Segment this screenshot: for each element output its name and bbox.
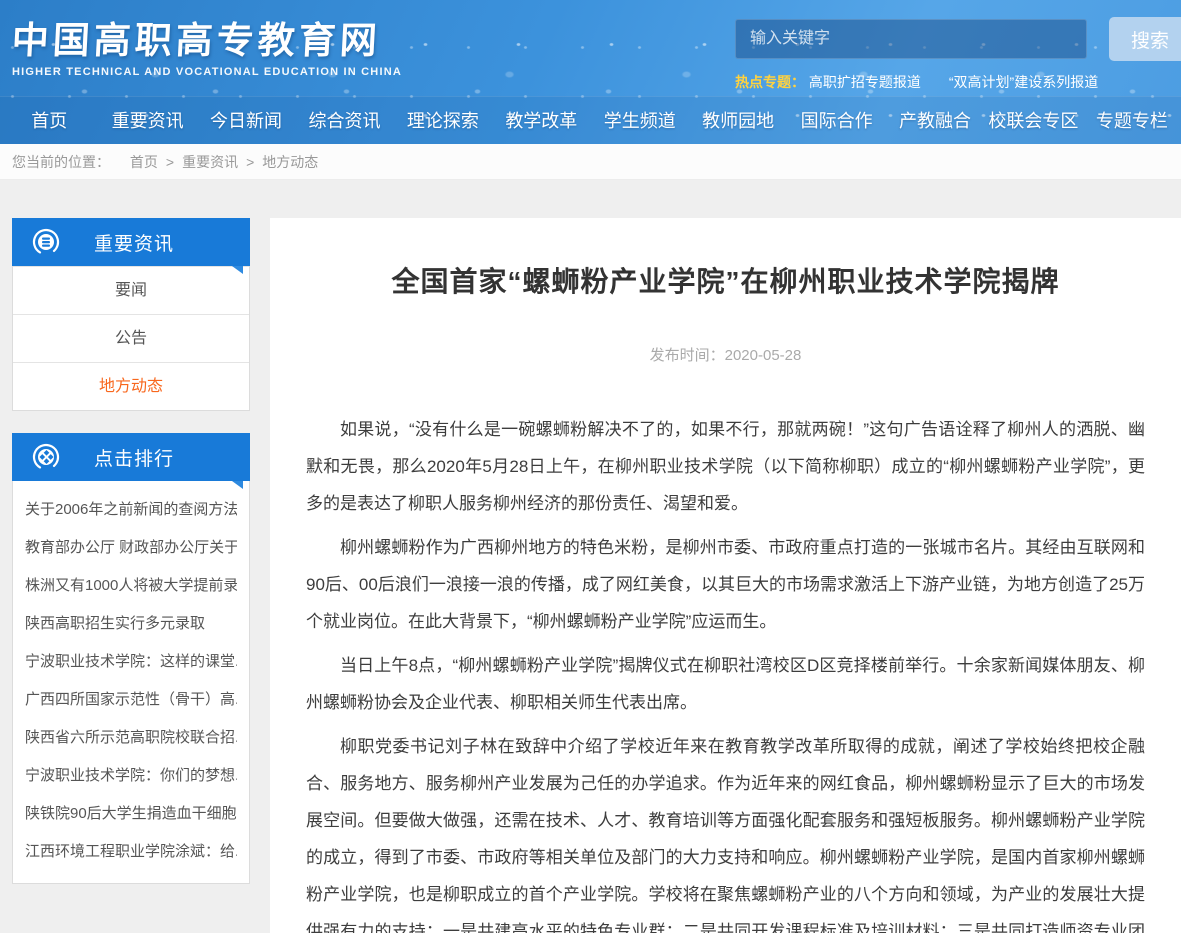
ranking-item[interactable]: 陕铁院90后大学生捐造血干细胞... xyxy=(25,795,237,833)
circled-list-icon xyxy=(32,228,60,256)
site-header: 中国高职高专教育网 HIGHER TECHNICAL AND VOCATIONA… xyxy=(0,0,1181,144)
breadcrumb-link[interactable]: 地方动态 xyxy=(262,154,318,170)
nav-item[interactable]: 理论探索 xyxy=(394,97,492,144)
breadcrumb-separator: > xyxy=(166,154,174,170)
breadcrumb-label: 您当前的位置： xyxy=(12,154,110,170)
nav-item[interactable]: 教师园地 xyxy=(689,97,787,144)
news-menu-item[interactable]: 公告 xyxy=(13,314,249,362)
ranking-item[interactable]: 陕西省六所示范高职院校联合招... xyxy=(25,719,237,757)
nav-item[interactable]: 首页 xyxy=(0,97,98,144)
ranking-item[interactable]: 广西四所国家示范性（骨干）高... xyxy=(25,681,237,719)
header-top: 中国高职高专教育网 HIGHER TECHNICAL AND VOCATIONA… xyxy=(0,0,1181,96)
site-logo-title: 中国高职高专教育网 xyxy=(11,10,404,64)
search-area: 搜索 热点专题： 高职扩招专题报道 “双高计划”建设系列报道 xyxy=(711,0,1181,96)
breadcrumb: 您当前的位置： 首页 > 重要资讯 > 地方动态 xyxy=(0,144,1181,180)
nav-item[interactable]: 学生频道 xyxy=(591,97,689,144)
nav-item[interactable]: 重要资讯 xyxy=(98,97,196,144)
main-nav: 首页重要资讯今日新闻综合资讯理论探索教学改革学生频道教师园地国际合作产教融合校联… xyxy=(0,96,1181,144)
article-panel: 全国首家“螺蛳粉产业学院”在柳州职业技术学院揭牌 发布时间：2020-05-28… xyxy=(270,218,1181,933)
news-menu-list: 要闻公告地方动态 xyxy=(13,266,249,410)
hot-topics-links: 高职扩招专题报道 “双高计划”建设系列报道 xyxy=(809,74,1126,90)
hot-topic-link[interactable]: 高职扩招专题报道 xyxy=(809,74,921,90)
sidebar: 重要资讯 要闻公告地方动态 点击排行 关于2006年之前新闻 xyxy=(12,218,250,906)
search-button[interactable]: 搜索 xyxy=(1109,17,1181,61)
article-title: 全国首家“螺蛳粉产业学院”在柳州职业技术学院揭牌 xyxy=(306,260,1145,300)
ranking-item[interactable]: 江西环境工程职业学院涂斌：给... xyxy=(25,833,237,871)
article-paragraph: 当日上午8点，“柳州螺蛳粉产业学院”揭牌仪式在柳职社湾校区D区竞择楼前举行。十余… xyxy=(306,647,1145,721)
ranking-item[interactable]: 宁波职业技术学院：这样的课堂... xyxy=(25,643,237,681)
nav-item[interactable]: 今日新闻 xyxy=(197,97,295,144)
nav-item[interactable]: 产教融合 xyxy=(886,97,984,144)
page-body: 重要资讯 要闻公告地方动态 点击排行 关于2006年之前新闻 xyxy=(0,180,1181,933)
nav-item[interactable]: 综合资讯 xyxy=(295,97,393,144)
hot-topics: 热点专题： 高职扩招专题报道 “双高计划”建设系列报道 xyxy=(735,72,1126,92)
nav-item[interactable]: 教学改革 xyxy=(492,97,590,144)
news-menu-header: 重要资讯 xyxy=(12,218,250,266)
breadcrumb-crumb: > 重要资讯 xyxy=(158,154,238,170)
ranking-item[interactable]: 陕西高职招生实行多元录取 xyxy=(25,605,237,643)
news-menu-item[interactable]: 要闻 xyxy=(13,266,249,314)
ranking-box: 点击排行 关于2006年之前新闻的查阅方法教育部办公厅 财政部办公厅关于...株… xyxy=(12,433,250,884)
ranking-title: 点击排行 xyxy=(60,444,208,471)
article-paragraph: 柳州螺蛳粉作为广西柳州地方的特色米粉，是柳州市委、市政府重点打造的一张城市名片。… xyxy=(306,529,1145,640)
breadcrumb-link[interactable]: 首页 xyxy=(130,154,158,170)
ranking-item[interactable]: 教育部办公厅 财政部办公厅关于... xyxy=(25,529,237,567)
article-paragraph: 柳职党委书记刘子林在致辞中介绍了学校近年来在教育教学改革所取得的成就，阐述了学校… xyxy=(306,728,1145,933)
article-body: 如果说，“没有什么是一碗螺蛳粉解决不了的，如果不行，那就两碗！”这句广告语诠释了… xyxy=(306,411,1145,933)
news-menu-box: 重要资讯 要闻公告地方动态 xyxy=(12,218,250,411)
nav-item[interactable]: 国际合作 xyxy=(787,97,885,144)
news-menu-title: 重要资讯 xyxy=(60,229,208,256)
news-menu-item[interactable]: 地方动态 xyxy=(13,362,249,410)
publish-date: 发布时间：2020-05-28 xyxy=(306,344,1145,365)
search-input[interactable] xyxy=(735,19,1087,59)
breadcrumb-crumb: 首页 xyxy=(114,154,158,170)
breadcrumb-crumb: > 地方动态 xyxy=(238,154,318,170)
ranking-item[interactable]: 宁波职业技术学院：你们的梦想... xyxy=(25,757,237,795)
site-logo[interactable]: 中国高职高专教育网 HIGHER TECHNICAL AND VOCATIONA… xyxy=(12,10,402,78)
site-logo-subtitle: HIGHER TECHNICAL AND VOCATIONAL EDUCATIO… xyxy=(12,66,402,78)
article-paragraph: 如果说，“没有什么是一碗螺蛳粉解决不了的，如果不行，那就两碗！”这句广告语诠释了… xyxy=(306,411,1145,522)
breadcrumb-link[interactable]: 重要资讯 xyxy=(182,154,238,170)
ranking-item[interactable]: 株洲又有1000人将被大学提前录... xyxy=(25,567,237,605)
hot-topic-link[interactable]: “双高计划”建设系列报道 xyxy=(949,74,1098,90)
breadcrumb-crumbs: 首页 > 重要资讯 > 地方动态 xyxy=(114,154,318,170)
circled-diamonds-icon xyxy=(32,443,60,471)
ranking-list: 关于2006年之前新闻的查阅方法教育部办公厅 财政部办公厅关于...株洲又有10… xyxy=(13,481,249,883)
ranking-item[interactable]: 关于2006年之前新闻的查阅方法 xyxy=(25,491,237,529)
hot-topics-label: 热点专题： xyxy=(735,74,805,90)
nav-item[interactable]: 校联会专区 xyxy=(984,97,1082,144)
nav-item[interactable]: 专题专栏 xyxy=(1083,97,1181,144)
ranking-header: 点击排行 xyxy=(12,433,250,481)
breadcrumb-separator: > xyxy=(246,154,254,170)
